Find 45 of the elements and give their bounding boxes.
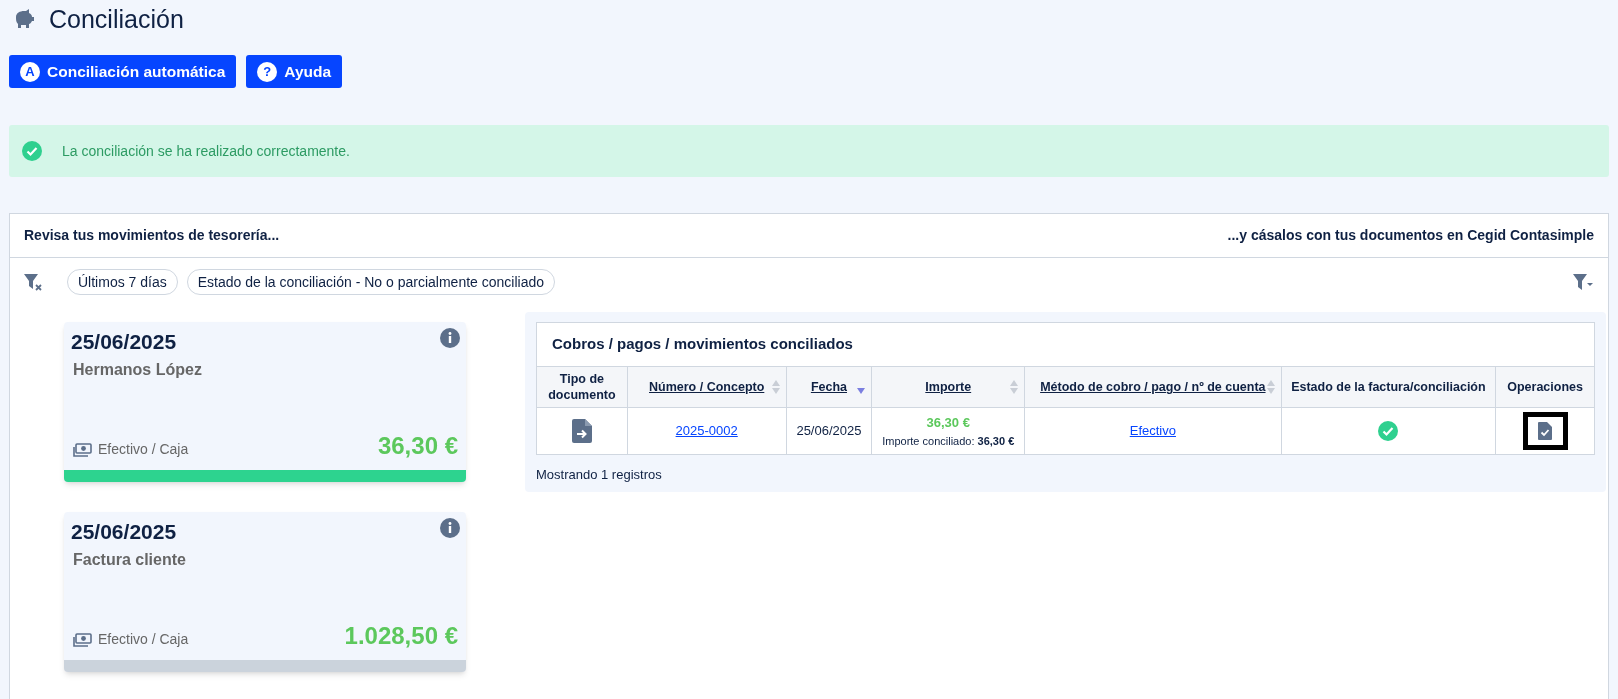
column-header[interactable]: Importe (872, 367, 1026, 407)
payment-method-link[interactable]: Efectivo (1129, 421, 1176, 441)
alert-message: La conciliación se ha realizado correctamente. (62, 141, 350, 161)
action-button[interactable]: A Conciliación automática (9, 55, 237, 88)
column-header[interactable]: Número / Concepto (627, 367, 787, 407)
movement-name: Factura cliente (72, 549, 187, 570)
movement-date: 25/06/2025 (71, 519, 177, 545)
sort-icon (1010, 380, 1019, 394)
sort-icon (771, 380, 780, 394)
payment-method: Efectivo / Caja (98, 440, 189, 459)
circle-glyph-icon: A (20, 61, 40, 82)
column-header[interactable]: Método de cobro / pago / nº de cuenta (1025, 367, 1282, 407)
sort-icon (1266, 380, 1275, 394)
panel-heading: ...y cásalos con tus documentos en Cegid Contasimple (1227, 226, 1594, 245)
document-arrow-icon (571, 419, 592, 443)
document-link[interactable]: 2025-0002 (675, 421, 738, 441)
cash-icon (73, 442, 92, 457)
column-header: Tipo de documento (537, 367, 628, 407)
action-button[interactable]: ? Ayuda (246, 55, 343, 88)
movement-card[interactable]: 25/06/2025 Hermanos López Efectivo / Caja 36,30 € (64, 322, 466, 482)
page-title: Conciliación (49, 6, 184, 32)
reconcile-document-button[interactable] (1522, 412, 1568, 450)
movement-card[interactable]: 25/06/2025 Factura cliente Efectivo / Caja 1.028,50 € (64, 512, 466, 672)
date-cell-text: 25/06/2025 (796, 422, 862, 441)
column-header: Operaciones (1506, 379, 1584, 396)
movement-amount: 1.028,50 € (344, 621, 458, 651)
piggy-bank-icon (13, 9, 35, 29)
reconciled-amount: Importe conciliado: 36,30 € (882, 433, 1015, 449)
amount-cell-text: 36,30 € (926, 414, 970, 432)
document-check-icon (1538, 422, 1553, 440)
column-header[interactable]: Fecha (786, 367, 873, 407)
info-icon (440, 328, 460, 348)
circle-glyph-icon: ? (257, 61, 278, 82)
clear-filter-icon (23, 273, 43, 291)
column-header: Estado de la factura/conciliación (1281, 367, 1497, 407)
check-circle-icon (22, 141, 42, 161)
panel-heading: Revisa tus movimientos de tesorería... (24, 226, 280, 245)
payment-method: Efectivo / Caja (98, 630, 189, 649)
filter-menu-icon (1572, 273, 1594, 291)
movement-date: 25/06/2025 (71, 329, 177, 355)
cash-icon (73, 632, 92, 647)
movement-amount: 36,30 € (377, 431, 458, 461)
records-count: Mostrando 1 registros (536, 466, 663, 484)
info-icon (440, 518, 460, 538)
movement-name: Hermanos López (72, 359, 203, 380)
